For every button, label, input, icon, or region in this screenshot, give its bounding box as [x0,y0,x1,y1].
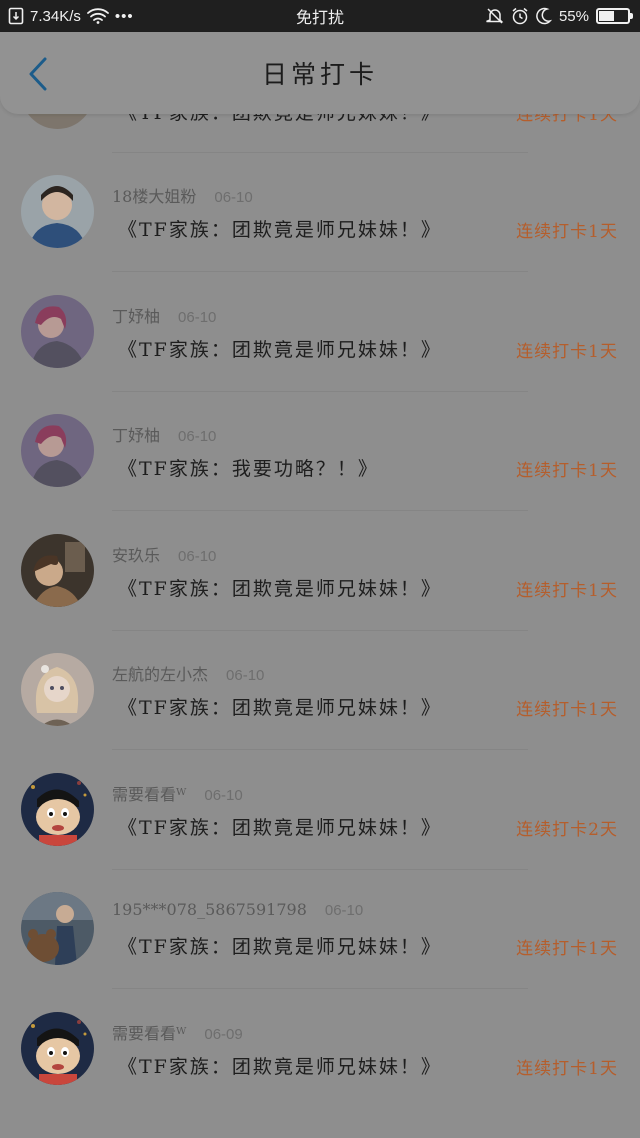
alarm-icon [512,7,528,25]
more-dots: ••• [114,7,134,25]
checkin-message: 《TF家族：团欺竟是师兄妹妹！》 [118,936,442,958]
user-name-text: 18楼大姐粉 [112,187,197,206]
checkin-date: 06-10 [204,787,243,804]
streak-label: 连续打卡1天 [516,939,618,959]
checkin-message: 《TF家族：团欺竟是师兄妹妹！》 [118,697,442,719]
avatar[interactable] [21,534,94,607]
data-saver-icon [8,7,24,25]
user-name: 丁妤柚 06-10 [112,422,216,446]
checkin-message: 《TF家族：我要功略？！》 [118,458,379,480]
divider [112,271,528,272]
list-item[interactable]: 195***078_5867591798 06-10 《TF家族：团欺竟是师兄妹妹！… [0,870,640,989]
avatar[interactable] [21,892,94,965]
user-name: 195***078_5867591798 06-10 [112,900,363,919]
checkin-list[interactable]: 《TF家族：团欺竟是师兄妹妹！》 连续打卡1天 18楼大姐粉 06-10 《TF家族… [0,0,640,1138]
avatar[interactable] [21,773,94,846]
checkin-message: 《TF家族：团欺竟是师兄妹妹！》 [118,339,442,361]
avatar[interactable] [21,175,94,248]
battery-icon [596,8,633,24]
user-name-text: 安玖乐 [112,546,161,565]
divider [112,988,528,989]
streak-label: 连续打卡2天 [516,820,618,840]
network-speed: 7.34K/s [30,7,81,25]
list-item[interactable]: 左航的左小杰 06-10 《TF家族：团欺竟是师兄妹妹！》 连续打卡1天 [0,631,640,750]
user-name-text: 需要看看ᵂ [112,1024,187,1043]
avatar[interactable] [21,1012,94,1085]
user-name: 安玖乐 06-10 [112,542,216,566]
dnd-label: 免打扰 [295,8,344,27]
streak-label: 连续打卡1天 [516,1059,618,1079]
checkin-date: 06-10 [178,309,217,326]
wifi-icon [86,8,109,24]
checkin-date: 06-10 [226,667,265,684]
user-name: 18楼大姐粉 06-10 [112,183,253,207]
battery-percent: 55% [558,7,589,25]
checkin-date: 06-10 [178,428,217,445]
streak-label: 连续打卡1天 [516,342,618,362]
screen: 《TF家族：团欺竟是师兄妹妹！》 连续打卡1天 18楼大姐粉 06-10 《TF家族… [0,0,640,1138]
user-name-text: 左航的左小杰 [112,665,209,684]
checkin-date: 06-10 [214,189,253,206]
user-name-text: 丁妤柚 [112,426,161,445]
navigation-header: 日常打卡 [0,32,640,114]
user-name: 需要看看ᵂ 06-10 [112,781,243,805]
checkin-date: 06-10 [324,902,364,919]
list-item[interactable]: 丁妤柚 06-10 《TF家族：团欺竟是师兄妹妹！》 连续打卡1天 [0,273,640,392]
user-name: 需要看看ᵂ 06-09 [112,1020,243,1044]
streak-label: 连续打卡1天 [516,581,618,601]
checkin-date: 06-10 [178,548,217,565]
status-bar: 7.34K/s ••• 免打扰 55% [0,0,640,32]
checkin-message: 《TF家族：团欺竟是师兄妹妹！》 [118,578,442,600]
battery-level [599,11,615,21]
mute-bell-icon [486,8,504,24]
divider [112,749,528,750]
list-item[interactable]: 需要看看ᵂ 06-10 《TF家族：团欺竟是师兄妹妹！》 连续打卡2天 [0,751,640,870]
avatar[interactable] [21,653,94,726]
avatar[interactable] [21,295,94,368]
streak-label: 连续打卡1天 [516,222,618,242]
checkin-message: 《TF家族：团欺竟是师兄妹妹！》 [118,1056,442,1078]
user-name: 丁妤柚 06-10 [112,303,216,327]
user-name: 左航的左小杰 06-10 [112,661,264,685]
checkin-date: 06-09 [204,1026,243,1043]
streak-label: 连续打卡1天 [516,700,618,720]
checkin-message: 《TF家族：团欺竟是师兄妹妹！》 [118,219,442,241]
moon-icon [536,7,552,25]
avatar[interactable] [21,414,94,487]
list-item[interactable]: 需要看看ᵂ 06-09 《TF家族：团欺竟是师兄妹妹！》 连续打卡1天 [0,990,640,1109]
list-item[interactable]: 丁妤柚 06-10 《TF家族：我要功略？！》 连续打卡1天 [0,392,640,511]
user-name-text: 丁妤柚 [112,307,161,326]
divider [112,510,528,511]
page-title: 日常打卡 [261,60,378,89]
list-item[interactable]: 18楼大姐粉 06-10 《TF家族：团欺竟是师兄妹妹！》 连续打卡1天 [0,153,640,272]
list-item[interactable]: 安玖乐 06-10 《TF家族：团欺竟是师兄妹妹！》 连续打卡1天 [0,512,640,631]
checkin-message: 《TF家族：团欺竟是师兄妹妹！》 [118,817,442,839]
user-name-text: 需要看看ᵂ [112,785,187,804]
back-button[interactable] [20,54,56,94]
streak-label: 连续打卡1天 [516,461,618,481]
user-name-text: 195***078_5867591798 [112,900,307,919]
chevron-left-icon [29,57,47,91]
